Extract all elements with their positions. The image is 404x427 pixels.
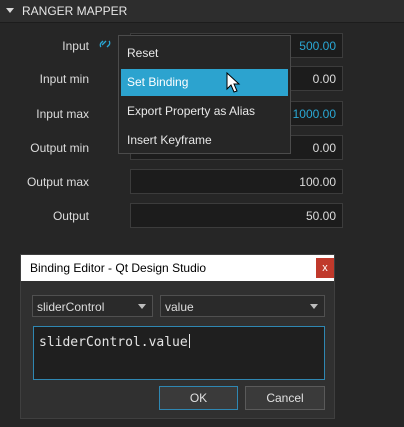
output-max-value: 100.00 bbox=[299, 175, 336, 189]
context-menu: Reset Set Binding Export Property as Ali… bbox=[118, 35, 291, 154]
close-button[interactable]: x bbox=[316, 258, 334, 278]
menu-item-label: Export Property as Alias bbox=[127, 104, 256, 118]
chevron-down-icon bbox=[310, 304, 318, 309]
dialog-titlebar[interactable]: Binding Editor - Qt Design Studio x bbox=[21, 255, 334, 281]
expression-value: sliderControl.value bbox=[39, 335, 188, 350]
text-caret bbox=[188, 334, 190, 348]
input-min-value: 0.00 bbox=[312, 72, 336, 86]
input-max-value: 1000.00 bbox=[292, 107, 336, 121]
output-min-label: Output min bbox=[30, 141, 89, 155]
binding-editor-dialog: Binding Editor - Qt Design Studio x slid… bbox=[20, 254, 335, 419]
output-min-value: 0.00 bbox=[312, 141, 336, 155]
expression-editor[interactable]: sliderControl.value bbox=[33, 326, 325, 380]
menu-item-label: Reset bbox=[127, 46, 159, 60]
menu-item-label: Set Binding bbox=[127, 75, 189, 89]
property-combo-value: value bbox=[165, 300, 194, 314]
binding-link-icon[interactable] bbox=[99, 38, 111, 50]
menu-item-insert-keyframe[interactable]: Insert Keyframe bbox=[121, 127, 288, 154]
output-max-label: Output max bbox=[26, 175, 89, 189]
ok-button[interactable]: OK bbox=[159, 386, 238, 410]
property-combo[interactable]: value bbox=[160, 295, 325, 317]
output-value: 50.00 bbox=[305, 209, 336, 223]
output-max-field[interactable]: 100.00 bbox=[130, 169, 343, 194]
menu-item-label: Insert Keyframe bbox=[127, 133, 212, 147]
input-min-label: Input min bbox=[39, 72, 89, 86]
collapse-arrow-icon[interactable] bbox=[6, 8, 14, 13]
mouse-cursor-icon bbox=[226, 72, 241, 93]
expression-text: sliderControl.value bbox=[39, 334, 190, 350]
target-combo[interactable]: sliderControl bbox=[32, 295, 153, 317]
menu-item-set-binding[interactable]: Set Binding bbox=[121, 69, 288, 96]
cancel-button[interactable]: Cancel bbox=[245, 386, 325, 410]
input-label: Input bbox=[62, 39, 89, 53]
section-header-ranger-mapper[interactable]: RANGER MAPPER bbox=[0, 0, 404, 23]
output-label: Output bbox=[52, 209, 89, 223]
menu-item-reset[interactable]: Reset bbox=[121, 40, 288, 67]
input-value: 500.00 bbox=[299, 39, 336, 53]
output-field[interactable]: 50.00 bbox=[130, 203, 343, 228]
input-max-label: Input max bbox=[36, 107, 89, 121]
section-title: RANGER MAPPER bbox=[22, 4, 128, 18]
menu-item-export-alias[interactable]: Export Property as Alias bbox=[121, 98, 288, 125]
target-combo-value: sliderControl bbox=[37, 300, 105, 314]
dialog-title: Binding Editor - Qt Design Studio bbox=[30, 261, 207, 275]
chevron-down-icon bbox=[138, 304, 146, 309]
